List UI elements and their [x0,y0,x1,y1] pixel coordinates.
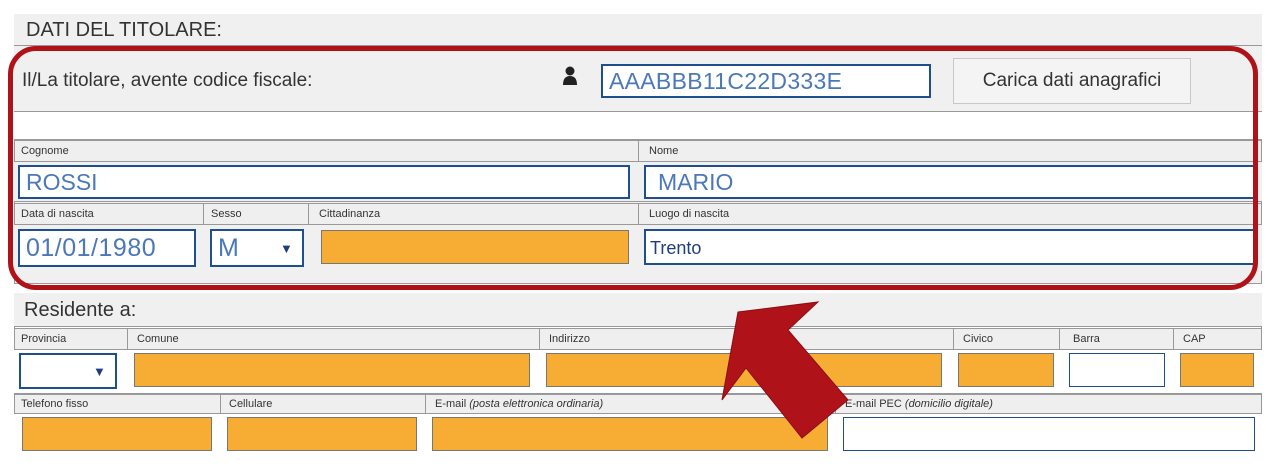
cell-divider [1059,329,1060,349]
caret-down-icon: ▼ [93,364,106,379]
cell-divider [425,395,426,413]
comune-input[interactable] [134,353,530,387]
cell-divider [1173,329,1174,349]
address-input-row: ▼ [14,350,1262,394]
mobile-label: Cellulare [229,398,273,410]
pec-input[interactable] [843,417,1255,451]
province-select[interactable]: ▼ [19,353,117,389]
comune-label: Comune [137,333,179,345]
cell-divider [220,395,221,413]
highlight-outline [8,46,1258,290]
residence-title-bar: Residente a: [14,293,1262,327]
slash-label: Barra [1073,333,1100,345]
cell-divider [127,329,128,349]
cell-divider [539,329,540,349]
province-value [21,358,27,384]
cap-label: CAP [1183,333,1206,345]
phone-input[interactable] [22,417,212,451]
mobile-input[interactable] [227,417,417,451]
email-label-note: (posta elettronica ordinaria) [469,398,604,410]
slash-input[interactable] [1069,353,1165,387]
holder-title-bar: DATI DEL TITOLARE: [14,14,1262,46]
cap-input[interactable] [1180,353,1254,387]
address-label: Indirizzo [549,333,590,345]
residence-title: Residente a: [24,299,137,321]
address-label-row: Provincia Comune Indirizzo Civico Barra … [14,328,1262,350]
cell-divider [953,329,954,349]
holder-title: DATI DEL TITOLARE: [26,19,222,41]
contact-label-row: Telefono fisso Cellulare E-mail (posta e… [14,394,1262,414]
email-label: E-mail (posta elettronica ordinaria) [435,398,603,410]
civic-label: Civico [963,333,993,345]
contact-input-row [14,414,1262,456]
province-label: Provincia [21,333,67,345]
civic-input[interactable] [958,353,1054,387]
arrow-pointer [721,301,849,439]
phone-label: Telefono fisso [21,398,89,410]
email-label-text: E-mail [435,398,467,410]
pec-label-note: (domicilio digitale) [904,398,993,410]
